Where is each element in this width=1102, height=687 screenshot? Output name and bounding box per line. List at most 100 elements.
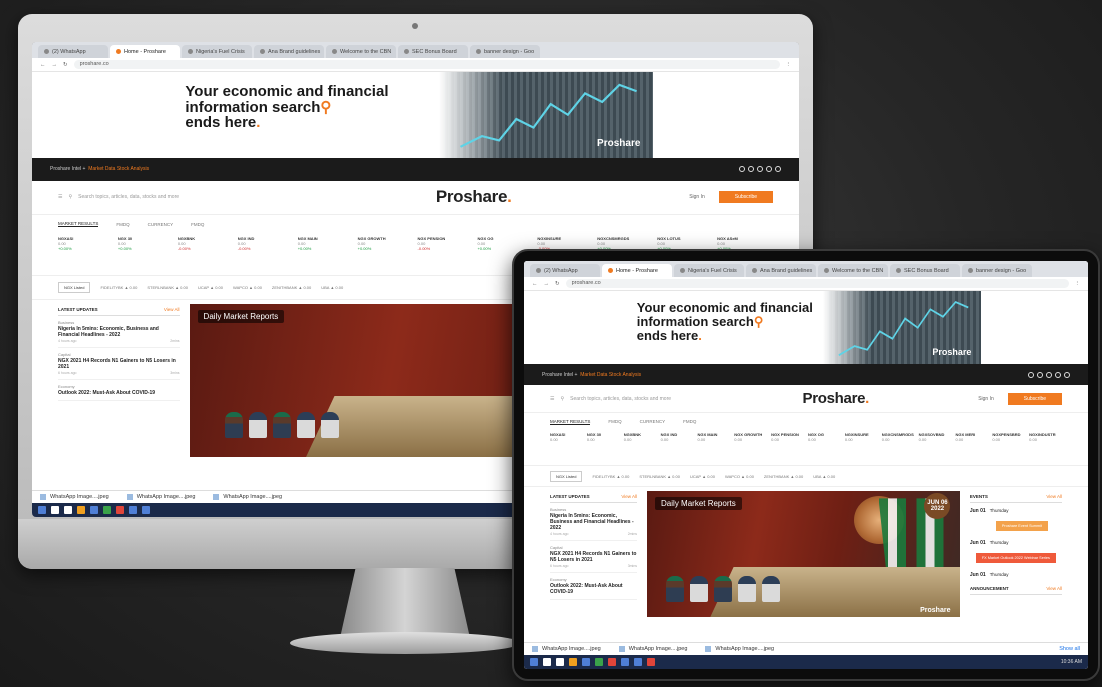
- tab-whatsapp[interactable]: (2) WhatsApp: [38, 45, 108, 58]
- download-item[interactable]: WhatsApp Image....jpeg: [40, 494, 109, 500]
- tab-fmdq-2[interactable]: FMDQ: [683, 419, 696, 424]
- back-icon[interactable]: ←: [40, 62, 46, 68]
- search-taskbar-icon[interactable]: [543, 658, 551, 666]
- ticker-item[interactable]: NGXINDUSTR 0.00: [1029, 430, 1062, 466]
- tab-banner-design[interactable]: banner design - Goo: [962, 264, 1032, 277]
- event-pill[interactable]: Proshare Event Summit: [995, 520, 1048, 531]
- event-pill[interactable]: FX Market Outlook 2022 Webinar Series: [975, 552, 1056, 563]
- ticker-item[interactable]: NGX PENSION 0.00 -0.00%: [418, 234, 474, 276]
- extensions-icon[interactable]: ⋮: [786, 62, 792, 68]
- ticker-item[interactable]: NGX MERI 0.00: [955, 430, 988, 466]
- tab-proshare-home[interactable]: Home - Proshare: [110, 45, 180, 58]
- app-icon[interactable]: [634, 658, 642, 666]
- ticker-item[interactable]: NGX 30 0.00 +0.00%: [118, 234, 174, 276]
- forward-icon[interactable]: →: [52, 62, 58, 68]
- app-icon[interactable]: [621, 658, 629, 666]
- reload-icon[interactable]: ↻: [63, 62, 68, 68]
- list-item[interactable]: Business Nigeria In 5mins: Economic, Busi…: [550, 503, 638, 541]
- view-all-link[interactable]: View All: [164, 307, 180, 312]
- chrome-icon[interactable]: [103, 506, 111, 514]
- tab-fmdq-2[interactable]: FMDQ: [191, 222, 204, 227]
- tab-fuel-crisis[interactable]: Nigeria's Fuel Crisis: [182, 45, 252, 58]
- tab-banner-design[interactable]: banner design - Goo: [470, 45, 540, 58]
- list-item[interactable]: Business Nigeria In 5mins: Economic, Busi…: [58, 316, 180, 348]
- ticker-item[interactable]: NGXCNSMRGDS 0.00: [882, 430, 915, 466]
- ticker-item[interactable]: NGX MAIN 0.00 +0.00%: [298, 234, 354, 276]
- app-icon[interactable]: [647, 658, 655, 666]
- ticker-item[interactable]: NGXBNK 0.00: [624, 430, 657, 466]
- ticker-item[interactable]: NGX IND 0.00: [661, 430, 694, 466]
- facebook-icon[interactable]: [739, 166, 745, 173]
- proshare-logo[interactable]: Proshare.: [436, 187, 512, 207]
- ticker-item[interactable]: NGX GROWTH 0.00: [734, 430, 767, 466]
- ticker-item[interactable]: NGX GROWTH 0.00 +0.00%: [358, 234, 414, 276]
- linkedin-icon[interactable]: [1046, 371, 1052, 378]
- instagram-icon[interactable]: [1055, 371, 1061, 378]
- back-icon[interactable]: ←: [532, 281, 538, 287]
- ticker-item[interactable]: NGXPENSBRD 0.00: [992, 430, 1025, 466]
- download-item[interactable]: WhatsApp Image....jpeg: [705, 646, 774, 652]
- hero-banner[interactable]: Your economic and financial information …: [32, 72, 799, 158]
- app-icon[interactable]: [129, 506, 137, 514]
- url-field[interactable]: proshare.co: [73, 60, 780, 69]
- ticker-item[interactable]: NGX IND 0.00 -0.00%: [238, 234, 294, 276]
- site-search[interactable]: ☰ ⚲ Search topics, articles, data, stocks …: [58, 194, 258, 200]
- search-taskbar-icon[interactable]: [51, 506, 59, 514]
- youtube-icon[interactable]: [775, 166, 781, 173]
- signin-link[interactable]: Sign In: [689, 194, 705, 200]
- forward-icon[interactable]: →: [544, 281, 550, 287]
- subscribe-button[interactable]: Subscribe: [718, 191, 773, 204]
- tab-market-results[interactable]: MARKET RESULTS: [550, 419, 591, 425]
- tab-currency[interactable]: CURRENCY: [148, 222, 174, 227]
- extensions-icon[interactable]: ⋮: [1075, 281, 1081, 287]
- ticker-item[interactable]: NGX OG 0.00: [808, 430, 841, 466]
- tab-cbn[interactable]: Welcome to the CBN: [818, 264, 888, 277]
- tab-market-results[interactable]: MARKET RESULTS: [58, 221, 99, 227]
- reload-icon[interactable]: ↻: [555, 281, 560, 287]
- ticker-item[interactable]: NGXASI 0.00: [550, 430, 583, 466]
- task-view-icon[interactable]: [556, 658, 564, 666]
- tab-fmdq[interactable]: FMDQ: [116, 222, 129, 227]
- list-item[interactable]: Economy Outlook 2022: Must-Ask About COVI…: [58, 380, 180, 401]
- chrome-icon[interactable]: [595, 658, 603, 666]
- list-item[interactable]: Capital NGX 2021 H4 Records N1 Gainers to…: [550, 541, 638, 573]
- tab-brand-guidelines[interactable]: Ana Brand guidelines: [746, 264, 816, 277]
- tab-whatsapp[interactable]: (2) WhatsApp: [530, 264, 600, 277]
- download-item[interactable]: WhatsApp Image....jpeg: [619, 646, 688, 652]
- ticker-item[interactable]: NGXSOVBND 0.00: [919, 430, 952, 466]
- app-icon[interactable]: [608, 658, 616, 666]
- edge-icon[interactable]: [90, 506, 98, 514]
- menu-icon[interactable]: ☰: [550, 396, 554, 402]
- view-all-link[interactable]: View All: [621, 494, 637, 499]
- list-item[interactable]: Economy Outlook 2022: Must-Ask About COVI…: [550, 573, 638, 600]
- tab-currency[interactable]: CURRENCY: [640, 419, 666, 424]
- download-item[interactable]: WhatsApp Image....jpeg: [127, 494, 196, 500]
- view-all-announcements-link[interactable]: View All: [1046, 586, 1062, 591]
- view-all-events-link[interactable]: View All: [1046, 494, 1062, 499]
- menu-icon[interactable]: ☰: [58, 194, 62, 200]
- url-field[interactable]: proshare.co: [565, 279, 1069, 288]
- tab-brand-guidelines[interactable]: Ana Brand guidelines: [254, 45, 324, 58]
- twitter-icon[interactable]: [1037, 371, 1043, 378]
- show-all-downloads-link[interactable]: Show all: [1059, 646, 1080, 652]
- ticker-item[interactable]: NGXINSURE 0.00: [845, 430, 878, 466]
- app-icon[interactable]: [116, 506, 124, 514]
- facebook-icon[interactable]: [1028, 371, 1034, 378]
- youtube-icon[interactable]: [1064, 371, 1070, 378]
- hero-banner[interactable]: Your economic and financial information …: [524, 291, 1088, 365]
- event-row[interactable]: Jun 01 Thursday: [970, 567, 1062, 583]
- taskbar-clock[interactable]: 10:36 AM: [1061, 659, 1082, 665]
- download-item[interactable]: WhatsApp Image....jpeg: [532, 646, 601, 652]
- start-icon[interactable]: [530, 658, 538, 666]
- event-row[interactable]: Jun 01 Thursday: [970, 535, 1062, 551]
- ticker-item[interactable]: NGX PENSION 0.00: [771, 430, 804, 466]
- tab-sec[interactable]: SEC Bonus Board: [890, 264, 960, 277]
- ticker-item[interactable]: NGX 30 0.00: [587, 430, 620, 466]
- twitter-icon[interactable]: [748, 166, 754, 173]
- tab-cbn[interactable]: Welcome to the CBN: [326, 45, 396, 58]
- file-explorer-icon[interactable]: [77, 506, 85, 514]
- ticker-item[interactable]: NGXASI 0.00 +0.00%: [58, 234, 114, 276]
- site-search[interactable]: ☰ ⚲ Search topics, articles, data, stocks …: [550, 396, 693, 402]
- proshare-logo[interactable]: Proshare.: [803, 390, 870, 407]
- ticker-item[interactable]: NGX MAIN 0.00: [697, 430, 730, 466]
